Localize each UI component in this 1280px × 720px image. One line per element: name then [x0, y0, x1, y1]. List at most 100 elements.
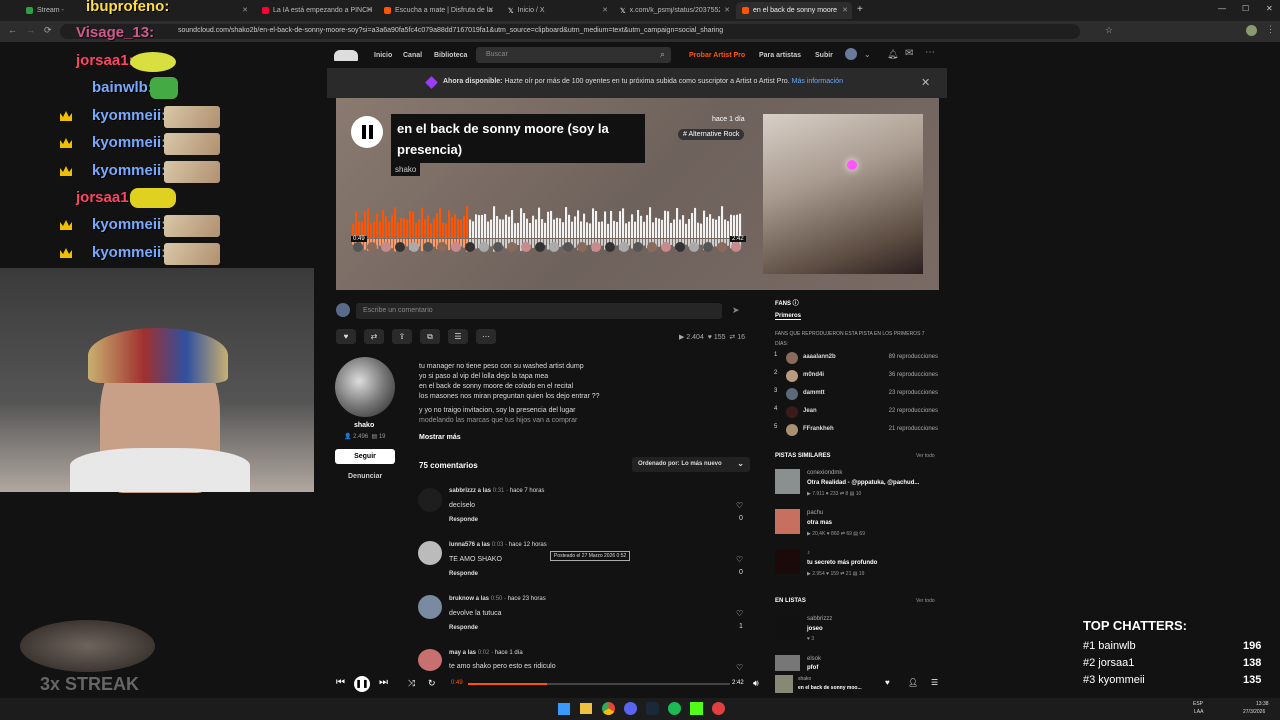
similar-see-all-link[interactable]: Ver todo: [916, 453, 935, 459]
tab-soundcloud-active[interactable]: en el back de sonny moore ✕: [736, 2, 852, 19]
now-playing-cover[interactable]: [775, 675, 793, 693]
comment-avatar-marker[interactable]: [647, 242, 657, 252]
close-banner-icon[interactable]: ✕: [921, 76, 930, 89]
comment-timestamp[interactable]: 0:31: [493, 488, 505, 494]
clock-time[interactable]: 13:38: [1256, 701, 1269, 707]
repeat-icon[interactable]: ↻: [428, 678, 436, 689]
comment-timestamp[interactable]: 0:02: [478, 650, 490, 656]
comment-avatar-marker[interactable]: [675, 242, 685, 252]
minimize-button[interactable]: —: [1218, 4, 1226, 13]
comment-avatar-marker[interactable]: [521, 242, 531, 252]
search-icon[interactable]: ⌕: [660, 49, 665, 60]
nav-home[interactable]: Inicio: [374, 52, 392, 59]
messages-icon[interactable]: ✉: [905, 48, 913, 59]
reload-icon[interactable]: ⟳: [44, 25, 52, 36]
comment-user[interactable]: bruknow a las: [449, 596, 489, 602]
fan-row[interactable]: 1 aaaalann2b 89 reproducciones: [774, 352, 944, 366]
spotify-icon[interactable]: [668, 702, 681, 715]
reply-link[interactable]: Responde: [449, 625, 478, 631]
tab-youtube[interactable]: La IA está empezando a PINCH ✕: [256, 2, 376, 19]
chevron-down-icon[interactable]: ⌄: [864, 50, 871, 59]
comment-avatar-marker[interactable]: [353, 242, 363, 252]
tab-x-status[interactable]: 𝕏x.com/k_psmj/status/2037552 ✕: [614, 2, 734, 19]
heart-icon[interactable]: ♡: [736, 609, 743, 618]
like-button[interactable]: ♥: [336, 329, 356, 344]
share-button[interactable]: ⇪: [392, 329, 412, 344]
sort-dropdown[interactable]: Ordenado por: Lo más nuevo ⌄: [632, 457, 750, 472]
fan-row[interactable]: 5 FFrankheh 21 reproducciones: [774, 424, 944, 438]
comment-avatar-marker[interactable]: [423, 242, 433, 252]
comment-timestamp[interactable]: 0:50: [491, 596, 503, 602]
queue-icon[interactable]: ☰: [931, 678, 938, 687]
back-icon[interactable]: ←: [8, 25, 17, 35]
artist-avatar[interactable]: [335, 357, 395, 417]
steam-icon[interactable]: [646, 702, 659, 715]
comment-avatar-marker[interactable]: [717, 242, 727, 252]
comment-user[interactable]: sabbrizzz a las: [449, 488, 491, 494]
close-icon[interactable]: ✕: [724, 6, 730, 14]
comment-user[interactable]: lunna576 a las: [449, 542, 490, 548]
windows-start-icon[interactable]: [558, 703, 570, 715]
send-icon[interactable]: ➤: [732, 305, 740, 316]
follow-button[interactable]: Seguir: [335, 449, 395, 464]
comment-timestamp[interactable]: 0:03: [492, 542, 504, 548]
more-dots-icon[interactable]: ⋯: [925, 47, 935, 58]
comment-avatar-marker[interactable]: [451, 242, 461, 252]
comment-avatar-marker[interactable]: [465, 242, 475, 252]
for-artists-link[interactable]: Para artistas: [759, 52, 801, 59]
fan-row[interactable]: 3 dammtt 23 reproducciones: [774, 388, 944, 402]
more-info-link[interactable]: Más información: [792, 78, 843, 85]
comment-avatar-marker[interactable]: [591, 242, 601, 252]
close-icon[interactable]: ✕: [488, 6, 494, 14]
upload-link[interactable]: Subir: [815, 52, 833, 59]
comment-avatar-marker[interactable]: [661, 242, 671, 252]
comment-input[interactable]: Escribe un comentario: [356, 303, 722, 319]
like-icon[interactable]: ♥: [885, 678, 890, 687]
soundcloud-logo-icon[interactable]: [334, 50, 358, 61]
try-artist-pro-link[interactable]: Probar Artist Pro: [689, 52, 745, 59]
nav-library[interactable]: Biblioteca: [434, 52, 467, 59]
comment-avatar-marker[interactable]: [381, 242, 391, 252]
tab-stream[interactable]: Stream - ✕: [20, 2, 252, 19]
follow-user-icon[interactable]: 👤︎: [908, 678, 918, 687]
url-input[interactable]: soundcloud.com/shako2b/en-el-back-de-son…: [60, 24, 1080, 39]
pause-button[interactable]: [351, 116, 383, 148]
show-more-link[interactable]: Mostrar más: [419, 434, 461, 441]
file-explorer-icon[interactable]: [580, 703, 592, 714]
pause-button[interactable]: ❚❚: [354, 676, 370, 692]
comment-avatar-marker[interactable]: [367, 242, 377, 252]
tab-soundcloud-mate[interactable]: Escucha a mate | Disfruta de la ✕: [378, 2, 498, 19]
similar-track[interactable]: conexiondmk Otra Realidad - @pppatuka, @…: [775, 469, 940, 499]
comment-avatar[interactable]: [418, 595, 442, 619]
track-artist[interactable]: shako: [391, 163, 421, 176]
progress-track[interactable]: [468, 683, 730, 685]
playlist-item[interactable]: sabbrizzz joseo ♥ 3: [775, 615, 940, 645]
waveform[interactable]: [352, 206, 742, 256]
close-icon[interactable]: ✕: [842, 6, 848, 14]
comment-avatar-marker[interactable]: [549, 242, 559, 252]
search-input[interactable]: Buscar ⌕: [476, 47, 671, 63]
comment-user[interactable]: may a las: [449, 650, 476, 656]
language-indicator[interactable]: ESP: [1193, 701, 1203, 707]
playlist-item[interactable]: elsok pfof: [775, 655, 940, 671]
menu-dots-icon[interactable]: ⋮: [1266, 24, 1275, 35]
volume-icon[interactable]: 🔊︎: [753, 678, 759, 689]
comment-avatar-marker[interactable]: [577, 242, 587, 252]
previous-icon[interactable]: ⏮: [336, 677, 345, 688]
comment-avatar-marker[interactable]: [409, 242, 419, 252]
comment-avatar-marker[interactable]: [619, 242, 629, 252]
bookmark-star-icon[interactable]: ☆: [1105, 25, 1113, 36]
obs-icon[interactable]: [712, 702, 725, 715]
heart-icon[interactable]: ♡: [736, 663, 743, 672]
add-to-playlist-button[interactable]: ☰: [448, 329, 468, 344]
comment-avatar-marker[interactable]: [437, 242, 447, 252]
comment-avatar-marker[interactable]: [605, 242, 615, 252]
comment-avatar-marker[interactable]: [493, 242, 503, 252]
shuffle-icon[interactable]: ⤨: [408, 678, 415, 689]
comment-avatar-marker[interactable]: [479, 242, 489, 252]
artist-name[interactable]: shako: [354, 422, 374, 429]
discord-icon[interactable]: [624, 702, 637, 715]
nav-feed[interactable]: Canal: [403, 52, 422, 59]
genre-tag[interactable]: # Alternative Rock: [678, 129, 745, 140]
fan-row[interactable]: 2 m0nd4i 36 reproducciones: [774, 370, 944, 384]
